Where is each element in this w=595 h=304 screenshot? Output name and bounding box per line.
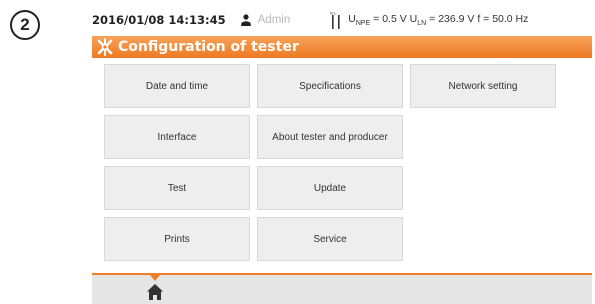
- specifications-button[interactable]: Specifications: [257, 64, 403, 108]
- upe-sub: NPE: [355, 20, 371, 28]
- bottom-toolbar: [92, 275, 592, 304]
- title-bar: Configuration of tester: [92, 36, 592, 58]
- svg-text:N L: N L: [330, 11, 337, 16]
- about-tester-button[interactable]: About tester and producer: [257, 115, 403, 159]
- plug-ln-icon: N L: [330, 11, 340, 29]
- user-icon: [240, 14, 251, 26]
- step-number-badge: 2: [10, 10, 40, 40]
- upe-value: = 0.5 V: [373, 12, 407, 25]
- page-title: Configuration of tester: [118, 39, 299, 55]
- prints-button[interactable]: Prints: [104, 217, 250, 261]
- test-button[interactable]: Test: [104, 166, 250, 210]
- status-bar: 2016/01/08 14:13:45 Admin N L UNPE = 0.5…: [92, 8, 592, 32]
- upe-label: U: [348, 12, 356, 25]
- update-button[interactable]: Update: [257, 166, 403, 210]
- network-setting-button[interactable]: Network setting: [410, 64, 556, 108]
- date-and-time-button[interactable]: Date and time: [104, 64, 250, 108]
- frequency-value: f = 50.0 Hz: [477, 12, 529, 25]
- uln-value: = 236.9 V: [429, 12, 475, 25]
- service-button[interactable]: Service: [257, 217, 403, 261]
- datetime-display: 2016/01/08 14:13:45: [92, 13, 226, 27]
- tools-icon: [97, 38, 113, 56]
- interface-button[interactable]: Interface: [104, 115, 250, 159]
- active-marker: [150, 275, 160, 281]
- measurement-readout: UNPE = 0.5 V ULN = 236.9 V f = 50.0 Hz: [348, 13, 528, 27]
- user-name: Admin: [257, 14, 291, 26]
- uln-sub: LN: [417, 20, 427, 28]
- home-icon[interactable]: [146, 283, 164, 301]
